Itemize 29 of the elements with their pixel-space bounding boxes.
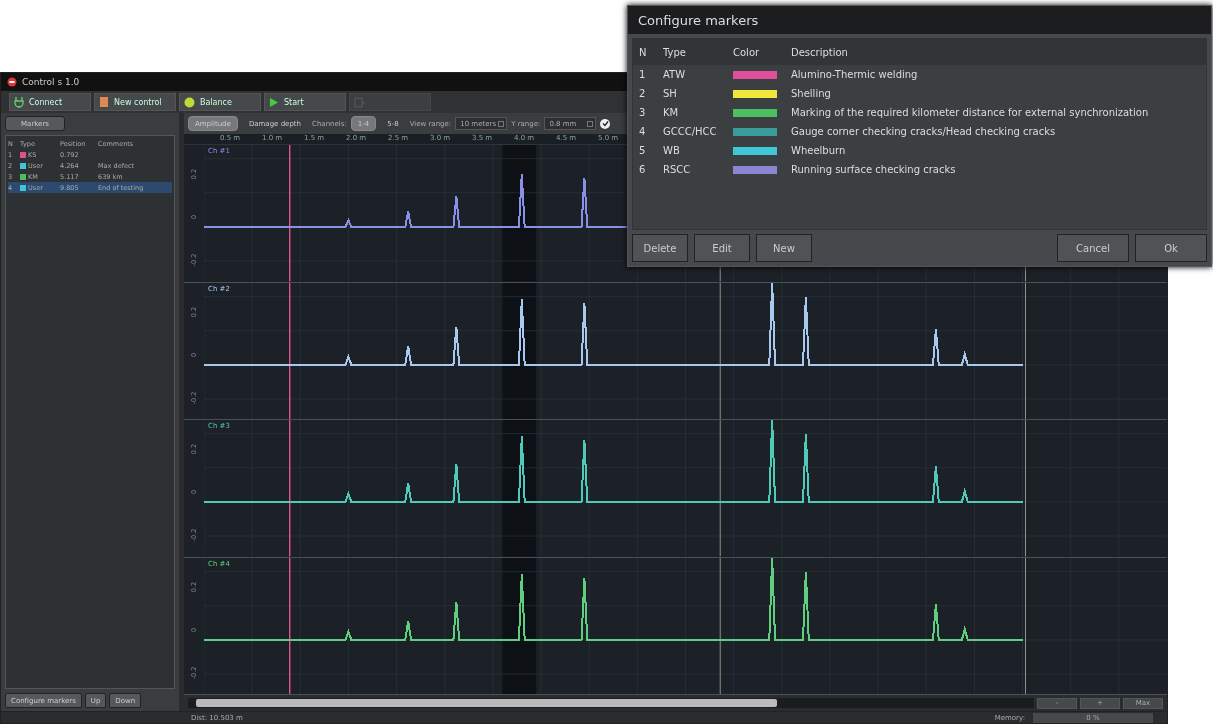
marker-type-row[interactable]: 3 KM Marking of the required kilometer distance for external synchronization bbox=[633, 103, 1206, 122]
toolbar-button[interactable]: Start bbox=[264, 93, 346, 111]
circle-icon bbox=[184, 96, 195, 108]
marker-type-row[interactable]: 1 ATW Alumino-Thermic welding bbox=[633, 65, 1206, 84]
marker-type-row[interactable]: 6 RSCC Running surface checking cracks bbox=[633, 160, 1206, 179]
dialog-button[interactable]: Cancel bbox=[1057, 234, 1129, 262]
dialog-button[interactable]: Delete bbox=[632, 234, 688, 262]
play-icon bbox=[269, 96, 279, 108]
column-header: N bbox=[638, 46, 648, 58]
toolbar-button[interactable]: Balance bbox=[179, 93, 261, 111]
toolbar-button[interactable]: New control bbox=[94, 93, 176, 111]
checkbox[interactable] bbox=[600, 118, 611, 129]
column-header: Description bbox=[790, 46, 849, 58]
marker-type-row[interactable]: 2 SH Shelling bbox=[633, 84, 1206, 103]
scrollbar[interactable] bbox=[188, 698, 1034, 708]
window-title: Control s 1.0 bbox=[22, 77, 80, 87]
scrollbar-thumb[interactable] bbox=[196, 699, 777, 707]
column-header: Type bbox=[662, 46, 687, 58]
dialog-button[interactable]: Edit bbox=[694, 234, 750, 262]
dialog-title: Configure markers bbox=[637, 11, 760, 30]
marker-type-row[interactable]: 4 GCCC/HCC Gauge corner checking cracks/Head checking cracks bbox=[633, 122, 1206, 141]
marker-type-row[interactable]: 5 WB Wheelburn bbox=[633, 141, 1206, 160]
column-header: Color bbox=[732, 46, 761, 58]
document-icon bbox=[99, 96, 109, 108]
app-logo-icon bbox=[7, 77, 17, 87]
toolbar-button[interactable]: Connect bbox=[9, 93, 91, 111]
dialog-button[interactable]: Ok bbox=[1135, 234, 1207, 262]
plug-icon bbox=[14, 96, 24, 108]
dialog-button[interactable]: New bbox=[756, 234, 812, 262]
